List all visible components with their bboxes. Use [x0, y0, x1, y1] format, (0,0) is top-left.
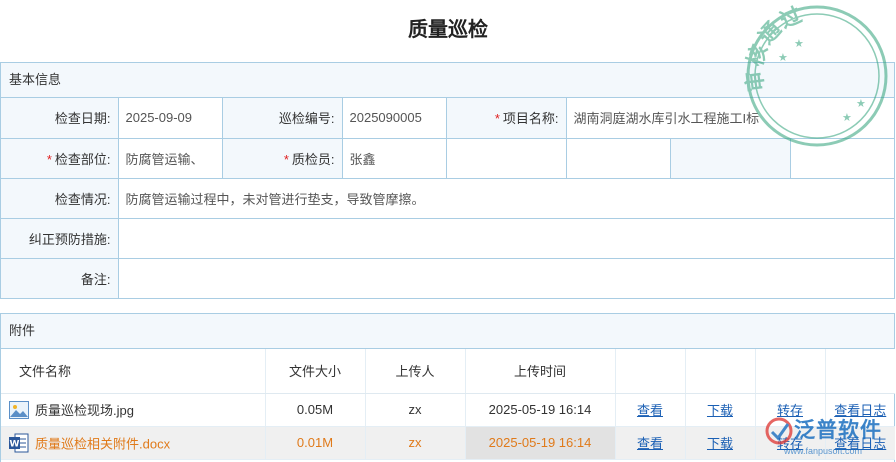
file-name: 质量巡检现场.jpg: [35, 403, 134, 418]
required-mark: *: [494, 111, 500, 127]
transfer-link[interactable]: 转存: [777, 403, 803, 418]
col-file-size: 文件大小: [265, 349, 366, 394]
empty-label-cell: [669, 137, 791, 179]
measures-label: 纠正预防措施:: [1, 217, 119, 259]
required-mark: *: [283, 151, 289, 167]
project-label: * 项目名称:: [445, 98, 567, 139]
measures-value: [117, 217, 896, 259]
transfer-link[interactable]: 转存: [777, 436, 803, 451]
attachment-row: W 质量巡检相关附件.docx 0.01M zx 2025-05-19 16:1…: [1, 426, 895, 460]
empty-cell: [565, 137, 671, 179]
attachment-header-row: 文件名称 文件大小 上传人 上传时间: [1, 349, 895, 394]
file-size: 0.05M: [265, 393, 366, 427]
file-size: 0.01M: [265, 426, 366, 460]
part-label: * 检查部位:: [1, 137, 119, 179]
col-action: [755, 349, 826, 394]
remark-label: 备注:: [1, 257, 119, 298]
file-name-cell: W 质量巡检相关附件.docx: [1, 426, 266, 460]
attachment-header: 附件: [1, 314, 894, 349]
situation-label: 检查情况:: [1, 177, 119, 219]
view-log-link[interactable]: 查看日志: [834, 403, 886, 418]
file-name[interactable]: 质量巡检相关附件.docx: [35, 436, 170, 451]
download-link[interactable]: 下载: [707, 403, 733, 418]
basic-info-table: 检查日期: 2025-09-09 巡检编号: 2025090005 * 项目名称:…: [1, 98, 896, 298]
basic-info-panel: 基本信息 检查日期: 2025-09-09 巡检编号: 2025090005 *…: [0, 62, 896, 299]
file-name-cell: 质量巡检现场.jpg: [1, 393, 266, 427]
attachment-panel: 附件 文件名称 文件大小 上传人 上传时间 质量巡检现场.jpg 0.05M z…: [0, 313, 895, 462]
view-link[interactable]: 查看: [637, 403, 663, 418]
basic-info-header: 基本信息: [1, 63, 894, 98]
page-title: 质量巡检: [408, 19, 488, 41]
attachment-row: 质量巡检现场.jpg 0.05M zx 2025-05-19 16:14 查看 …: [1, 393, 895, 427]
file-uploader: zx: [365, 426, 466, 460]
file-upload-time: 2025-05-19 16:14: [465, 426, 616, 460]
col-action: [685, 349, 756, 394]
project-value: 湖南洞庭湖水库引水工程施工I标: [565, 98, 896, 139]
required-mark: *: [46, 151, 52, 167]
view-link[interactable]: 查看: [637, 436, 663, 451]
col-file-name: 文件名称: [1, 349, 266, 394]
empty-cell: [445, 137, 567, 179]
view-log-link[interactable]: 查看日志: [834, 436, 886, 451]
svg-text:W: W: [10, 439, 20, 449]
file-uploader: zx: [365, 393, 466, 427]
situation-value: 防腐管运输过程中，未对管进行垫支，导致管摩擦。: [117, 177, 896, 219]
patrol-no-value: 2025090005: [341, 98, 447, 139]
patrol-no-label: 巡检编号:: [221, 98, 343, 139]
attachment-table: 文件名称 文件大小 上传人 上传时间 质量巡检现场.jpg 0.05M zx 2…: [1, 349, 895, 460]
image-file-icon: [9, 400, 29, 419]
inspector-value: 张鑫: [341, 137, 447, 179]
col-uploader: 上传人: [365, 349, 466, 394]
inspect-date-label: 检查日期:: [1, 98, 119, 139]
col-action: [825, 349, 895, 394]
empty-cell: [789, 137, 896, 179]
col-action: [615, 349, 686, 394]
file-upload-time: 2025-05-19 16:14: [465, 393, 616, 427]
inspect-date-value: 2025-09-09: [117, 98, 223, 139]
remark-value: [117, 257, 896, 298]
inspector-label: * 质检员:: [221, 137, 343, 179]
part-value: 防腐管运输、: [117, 137, 223, 179]
download-link[interactable]: 下载: [707, 436, 733, 451]
word-file-icon: W: [9, 433, 29, 452]
col-upload-time: 上传时间: [465, 349, 616, 394]
